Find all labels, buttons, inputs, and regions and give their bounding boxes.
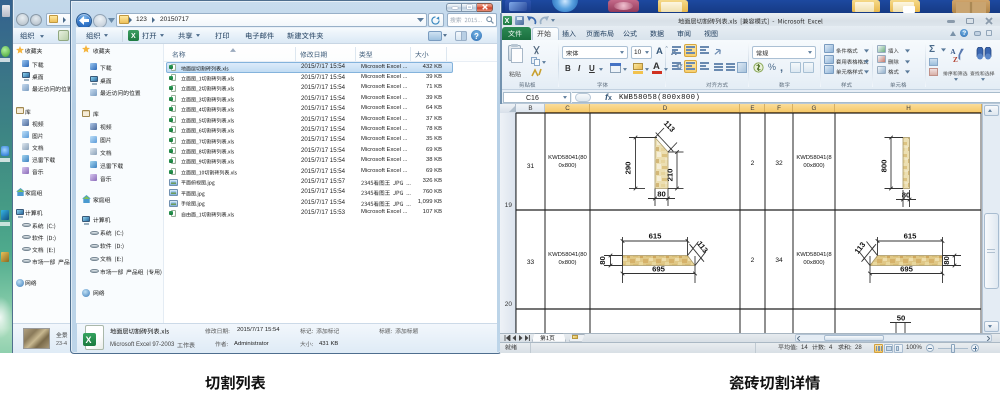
svg-text:A: A <box>950 48 956 56</box>
svg-text:113: 113 <box>695 239 710 254</box>
svg-text:113: 113 <box>853 240 868 255</box>
svg-text:695: 695 <box>900 265 914 274</box>
svg-text:50: 50 <box>897 314 906 323</box>
svg-text:80: 80 <box>942 256 951 265</box>
svg-text:800: 800 <box>880 160 889 173</box>
svg-text:80: 80 <box>657 190 666 199</box>
svg-text:80: 80 <box>902 191 911 200</box>
svg-text:113: 113 <box>662 119 677 134</box>
svg-text:80: 80 <box>598 256 607 265</box>
svg-text:210: 210 <box>666 169 675 182</box>
svg-text:290: 290 <box>624 162 633 175</box>
svg-text:615: 615 <box>649 232 663 241</box>
svg-text:Z: Z <box>953 56 958 64</box>
svg-text:695: 695 <box>652 265 666 274</box>
svg-text:615: 615 <box>904 232 918 241</box>
